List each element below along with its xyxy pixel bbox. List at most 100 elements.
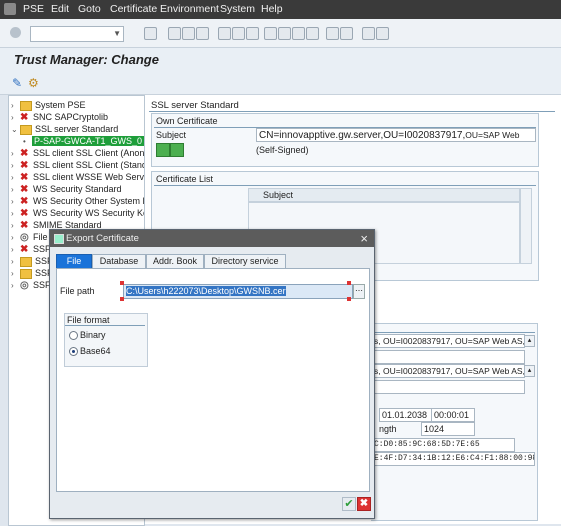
blank-field-2[interactable] (371, 380, 525, 394)
tree-item-label: WS Security WS Security Ke (33, 208, 145, 218)
menu-environment[interactable]: Environment (160, 3, 219, 15)
first-page-icon[interactable] (264, 27, 277, 40)
annotation-marker (120, 297, 124, 301)
valid-to-date: 01.01.2038 (382, 410, 428, 420)
issuer-field[interactable]: s, OU=I0020837917, OU=SAP Web AS, O (371, 364, 525, 378)
tree-item-ws-sec-other[interactable]: › ✖ WS Security Other System E (11, 195, 145, 207)
tree-item-label: SSL client SSL Client (Anonym (33, 148, 145, 158)
ok-button[interactable]: ✔ (342, 497, 356, 511)
layout-icon[interactable] (376, 27, 389, 40)
menu-certificate[interactable]: Certificate (110, 3, 157, 15)
tree-item-label: WS Security Other System E (33, 196, 145, 206)
tree-item-label: SSL client SSL Client (Standa (33, 160, 145, 170)
command-field[interactable]: ▼ (30, 26, 124, 42)
chevron-down-icon[interactable]: ▼ (113, 29, 121, 38)
tree-item-label: SNC SAPCryptolib (33, 112, 109, 122)
enter-icon[interactable] (10, 27, 21, 38)
radio-base64[interactable] (69, 347, 78, 356)
issuer-dropdown-icon[interactable]: ▴ (524, 365, 535, 377)
menu-pse[interactable]: PSE (23, 3, 44, 15)
valid-to-date-field[interactable]: 01.01.2038 (379, 408, 433, 422)
menu-edit[interactable]: Edit (51, 3, 69, 15)
standard-toolbar: ▼ (0, 19, 561, 48)
export-icon[interactable] (170, 143, 184, 157)
import-icon[interactable] (156, 143, 170, 157)
tree-item-ssf-2[interactable]: › SSF (11, 255, 53, 267)
save-icon[interactable] (144, 27, 157, 40)
tab-directory-service[interactable]: Directory service (204, 254, 286, 269)
previous-page-icon[interactable] (278, 27, 291, 40)
tree-item-ssf-1[interactable]: › ✖ SSF (11, 243, 51, 255)
menu-help[interactable]: Help (261, 3, 283, 15)
owner-dropdown-icon[interactable]: ▴ (524, 335, 535, 347)
file-path-label: File path (60, 286, 95, 296)
fingerprint-field-2[interactable]: E:4F:D7:34:1B:12:E6:C4:F1:88:00:98 (371, 452, 535, 466)
shortcut-icon[interactable] (340, 27, 353, 40)
exit-icon[interactable] (182, 27, 195, 40)
subject-field[interactable]: CN=innovapptive.gw.server,OU=I0020837917… (256, 128, 536, 142)
valid-to-time-field[interactable]: 00:00:01 (431, 408, 475, 422)
menu-goto[interactable]: Goto (78, 3, 101, 15)
blank-field[interactable] (371, 350, 525, 364)
fingerprint-field-1[interactable]: C:D0:85:9C:68:5D:7E:65 (371, 438, 515, 452)
file-format-title: File format (67, 315, 110, 325)
dialog-title: Export Certificate (66, 233, 139, 244)
find-next-icon[interactable] (246, 27, 259, 40)
tab-addr-book[interactable]: Addr. Book (146, 254, 204, 269)
file-path-value: C:\Users\h222073\Desktop\GWSNB.cer (126, 286, 286, 296)
table-scrollbar[interactable] (520, 188, 532, 264)
tree-item-label: SSF (33, 280, 51, 290)
display-change-icon[interactable]: ✎ (12, 76, 26, 90)
back-icon[interactable] (168, 27, 181, 40)
tree-item-own-cert[interactable]: • P-SAP-GWCA-T1_GWS_0 (23, 135, 144, 147)
tree-item-system-pse[interactable]: › System PSE (11, 99, 86, 111)
tree-item-ssl-client-anon[interactable]: › ✖ SSL client SSL Client (Anonym (11, 147, 145, 159)
certificate-icon: ◎ (20, 280, 29, 291)
folder-icon (20, 268, 32, 279)
file-path-input[interactable]: C:\Users\h222073\Desktop\GWSNB.cer (123, 284, 353, 299)
new-session-icon[interactable] (326, 27, 339, 40)
own-certificate-title: Own Certificate (156, 116, 218, 126)
close-icon[interactable]: × (360, 231, 368, 246)
key-length-value: 1024 (424, 424, 445, 434)
tree-item-ws-sec-std[interactable]: › ✖ WS Security Standard (11, 183, 122, 195)
environment-icon[interactable]: ⚙ (28, 76, 42, 90)
tree-item-snc[interactable]: › ✖ SNC SAPCryptolib (11, 111, 108, 123)
certificate-details-group: s, OU=I0020837917, OU=SAP Web AS, O ▴ s,… (371, 323, 538, 521)
owner-field[interactable]: s, OU=I0020837917, OU=SAP Web AS, O (371, 334, 525, 348)
find-icon[interactable] (232, 27, 245, 40)
tab-database[interactable]: Database (92, 254, 146, 269)
tree-item-file[interactable]: › ◎ File (11, 231, 48, 243)
dialog-icon (54, 234, 64, 244)
browse-icon[interactable]: ⋯ (353, 284, 365, 299)
column-header-subject[interactable]: Subject (248, 188, 520, 202)
last-page-icon[interactable] (306, 27, 319, 40)
annotation-marker (347, 281, 351, 285)
section-title: SSL server Standard (151, 100, 239, 111)
collapse-icon[interactable]: ⌄ (11, 124, 20, 136)
subject-label: Subject (156, 130, 187, 140)
menu-system[interactable]: System (220, 3, 255, 15)
tab-file[interactable]: File (56, 254, 92, 269)
next-page-icon[interactable] (292, 27, 305, 40)
tree-item-ws-sec-key[interactable]: › ✖ WS Security WS Security Ke (11, 207, 145, 219)
subject-value: CN=innovapptive.gw.server,OU=I0020837917… (259, 130, 466, 141)
tree-item-ssl-server-standard[interactable]: ⌄ SSL server Standard (11, 123, 118, 135)
tree-item-ssf-3[interactable]: › SSF (11, 267, 53, 279)
help-icon[interactable] (362, 27, 375, 40)
tree-item-ssl-client-wsse[interactable]: › ✖ SSL client WSSE Web Servic (11, 171, 144, 183)
group-divider (371, 332, 535, 333)
print-icon[interactable] (218, 27, 231, 40)
cancel-icon[interactable] (196, 27, 209, 40)
key-length-field[interactable]: 1024 (421, 422, 475, 436)
sap-logo-icon[interactable] (4, 3, 16, 15)
export-certificate-dialog: Export Certificate × File Database Addr.… (49, 229, 375, 519)
tree-item-ssl-client-std[interactable]: › ✖ SSL client SSL Client (Standa (11, 159, 145, 171)
cancel-button[interactable]: ✖ (357, 497, 371, 511)
folder-icon (20, 124, 32, 135)
radio-binary[interactable] (69, 331, 78, 340)
radio-base64-label: Base64 (80, 346, 111, 356)
dialog-title-bar[interactable]: Export Certificate × (50, 230, 374, 247)
tree-item-ssf-4[interactable]: › ◎ SSF (11, 279, 51, 291)
expand-icon[interactable]: › (11, 280, 20, 292)
